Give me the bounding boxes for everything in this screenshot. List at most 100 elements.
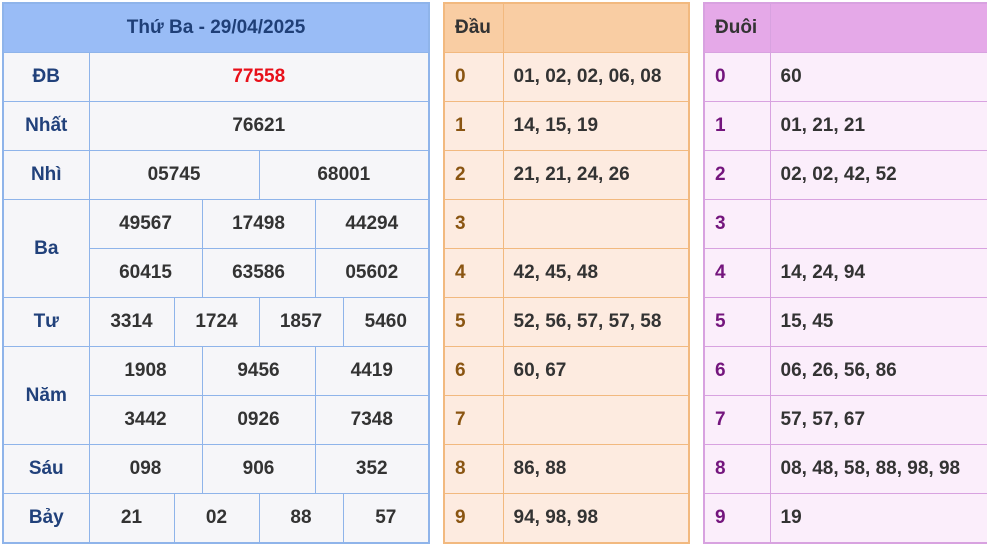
dau-digit: 3	[443, 199, 504, 249]
results-table: Thứ Ba - 29/04/2025 ĐB 77558 Nhất 76621 …	[2, 2, 431, 544]
dau-values: 21, 21, 24, 26	[502, 150, 690, 200]
prize-value: 57	[342, 493, 430, 544]
dau-digit: 6	[443, 346, 504, 396]
prize-value: 352	[314, 444, 430, 494]
prize-label-bay: Bảy	[2, 493, 90, 544]
dau-row: 3	[443, 199, 690, 249]
duoi-row: 2 02, 02, 42, 52	[703, 150, 987, 200]
duoi-digit: 4	[703, 248, 771, 298]
duoi-row: 1 01, 21, 21	[703, 101, 987, 151]
duoi-digit: 2	[703, 150, 771, 200]
duoi-digit: 0	[703, 52, 771, 102]
duoi-digit: 3	[703, 199, 771, 249]
prize-value: 3314	[88, 297, 175, 347]
dau-table: Đầu 0 01, 02, 02, 06, 08 1 14, 15, 19 2 21, 2…	[443, 2, 690, 544]
prize-value: 05602	[314, 248, 430, 298]
prize-row-ba: Ba 49567 17498 44294	[2, 199, 430, 298]
prize-value: 1857	[258, 297, 344, 347]
duoi-values: 15, 45	[769, 297, 987, 347]
duoi-table: Đuôi 0 60 1 01, 21, 21 2 02, 02, 42, 52 3 4 14, …	[703, 2, 987, 544]
prize-value: 906	[201, 444, 316, 494]
prize-value: 098	[88, 444, 203, 494]
dau-digit: 8	[443, 444, 504, 494]
dau-values: 14, 15, 19	[502, 101, 690, 151]
prize-value: 3442	[88, 395, 203, 445]
prize-value-db: 77558	[88, 52, 430, 102]
prize-value: 76621	[88, 101, 430, 151]
prize-value: 68001	[258, 150, 430, 200]
prize-value: 02	[173, 493, 260, 544]
dau-row: 2 21, 21, 24, 26	[443, 150, 690, 200]
prize-label-nhat: Nhất	[2, 101, 90, 151]
dau-digit: 7	[443, 395, 504, 445]
duoi-row: 8 08, 48, 58, 88, 98, 98	[703, 444, 987, 494]
prize-row-nhi: Nhì 05745 68001	[2, 150, 430, 200]
duoi-digit: 8	[703, 444, 771, 494]
duoi-row: 7 57, 57, 67	[703, 395, 987, 445]
dau-digit: 9	[443, 493, 504, 544]
dau-row: 6 60, 67	[443, 346, 690, 396]
dau-header-blank	[502, 2, 690, 53]
prize-value: 5460	[342, 297, 430, 347]
prize-value: 88	[258, 493, 344, 544]
prize-label-nhi: Nhì	[2, 150, 90, 200]
duoi-values	[769, 199, 987, 249]
duoi-digit: 5	[703, 297, 771, 347]
dau-digit: 0	[443, 52, 504, 102]
dau-row: 4 42, 45, 48	[443, 248, 690, 298]
dau-digit: 4	[443, 248, 504, 298]
prize-row-nam: Năm 1908 9456 4419	[2, 346, 430, 445]
duoi-values: 08, 48, 58, 88, 98, 98	[769, 444, 987, 494]
dau-digit: 5	[443, 297, 504, 347]
duoi-row: 6 06, 26, 56, 86	[703, 346, 987, 396]
duoi-header: Đuôi	[703, 2, 771, 53]
prize-value: 17498	[201, 199, 316, 249]
duoi-header-blank	[769, 2, 987, 53]
duoi-row: 3	[703, 199, 987, 249]
duoi-values: 02, 02, 42, 52	[769, 150, 987, 200]
dau-values	[502, 199, 690, 249]
prize-value: 1724	[173, 297, 260, 347]
dau-row: 0 01, 02, 02, 06, 08	[443, 52, 690, 102]
duoi-values: 01, 21, 21	[769, 101, 987, 151]
prize-value: 1908	[88, 346, 203, 396]
prize-value: 9456	[201, 346, 316, 396]
dau-values: 01, 02, 02, 06, 08	[502, 52, 690, 102]
duoi-values: 60	[769, 52, 987, 102]
duoi-digit: 1	[703, 101, 771, 151]
prize-label-db: ĐB	[2, 52, 90, 102]
dau-values: 42, 45, 48	[502, 248, 690, 298]
dau-values: 86, 88	[502, 444, 690, 494]
duoi-digit: 9	[703, 493, 771, 544]
duoi-row: 5 15, 45	[703, 297, 987, 347]
prize-row-tu: Tư 3314 1724 1857 5460	[2, 297, 430, 347]
dau-values: 94, 98, 98	[502, 493, 690, 544]
prize-value: 49567	[88, 199, 203, 249]
dau-row: 9 94, 98, 98	[443, 493, 690, 544]
duoi-row: 9 19	[703, 493, 987, 544]
dau-digit: 1	[443, 101, 504, 151]
dau-row: 7	[443, 395, 690, 445]
prize-row-nhat: Nhất 76621	[2, 101, 430, 151]
dau-row: 8 86, 88	[443, 444, 690, 494]
prize-value: 60415	[88, 248, 203, 298]
duoi-digit: 6	[703, 346, 771, 396]
duoi-values: 06, 26, 56, 86	[769, 346, 987, 396]
dau-values	[502, 395, 690, 445]
prize-label-tu: Tư	[2, 297, 90, 347]
dau-row: 1 14, 15, 19	[443, 101, 690, 151]
prize-value: 4419	[314, 346, 430, 396]
dau-digit: 2	[443, 150, 504, 200]
duoi-values: 19	[769, 493, 987, 544]
duoi-values: 14, 24, 94	[769, 248, 987, 298]
prize-value: 63586	[201, 248, 316, 298]
dau-values: 60, 67	[502, 346, 690, 396]
prize-row-db: ĐB 77558	[2, 52, 430, 102]
prize-label-nam: Năm	[2, 346, 90, 445]
results-title: Thứ Ba - 29/04/2025	[2, 2, 430, 53]
dau-row: 5 52, 56, 57, 57, 58	[443, 297, 690, 347]
prize-value: 0926	[201, 395, 316, 445]
dau-header: Đầu	[443, 2, 504, 53]
prize-value: 7348	[314, 395, 430, 445]
duoi-digit: 7	[703, 395, 771, 445]
